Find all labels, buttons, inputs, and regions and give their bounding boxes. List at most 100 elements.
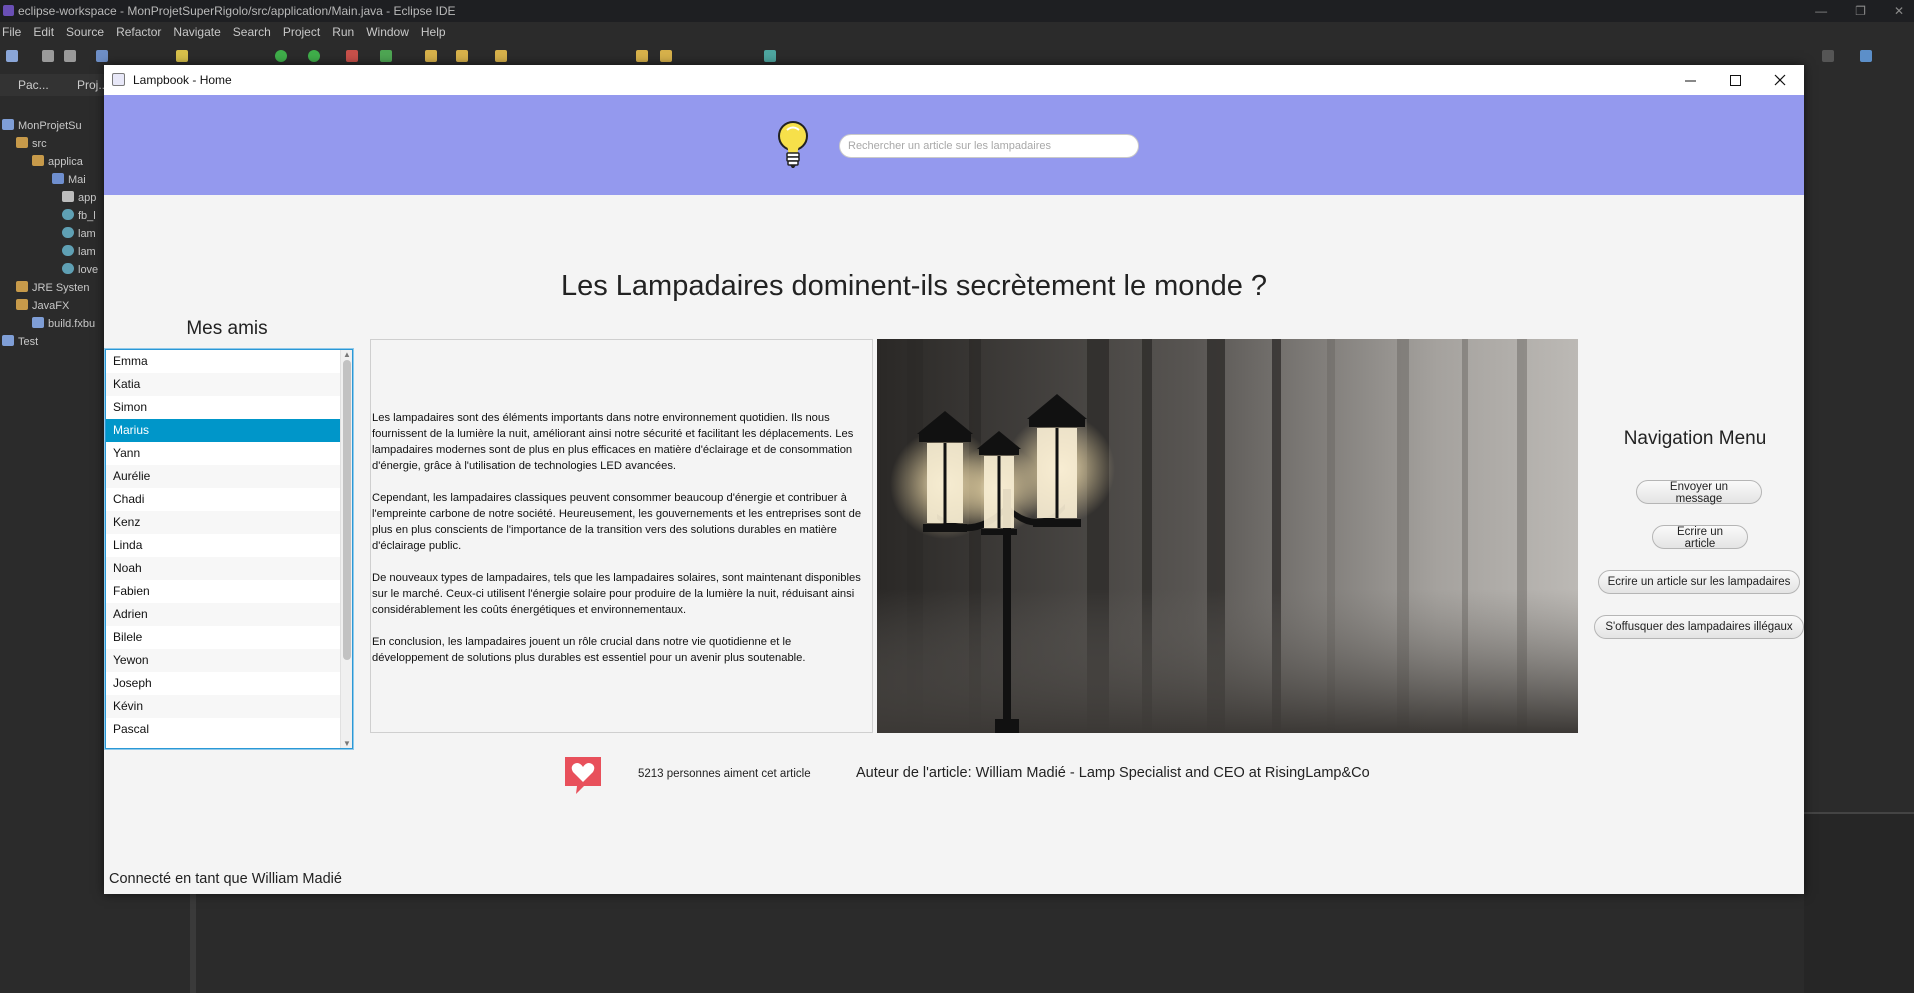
open-perspective-icon[interactable] — [1860, 50, 1872, 62]
friends-scrollbar[interactable]: ▲ ▼ — [340, 350, 352, 748]
tree-item-src[interactable]: src — [16, 136, 47, 152]
friend-item[interactable]: Noah — [106, 557, 340, 580]
eclipse-console-panel — [1804, 812, 1914, 993]
tree-item-lam1[interactable]: lam — [62, 226, 96, 242]
maximize-button[interactable] — [1715, 65, 1755, 95]
eclipse-menu-bar: File Edit Source Refactor Navigate Searc… — [0, 22, 1914, 42]
friend-item[interactable]: Fabien — [106, 580, 340, 603]
menu-refactor[interactable]: Refactor — [114, 22, 171, 42]
app-title-bar: Lampbook - Home — [104, 65, 1804, 95]
article-body: Les lampadaires sont des éléments import… — [370, 339, 873, 733]
library-icon — [16, 281, 28, 292]
friend-item[interactable]: Adrien — [106, 603, 340, 626]
write-article-button[interactable]: Ecrire un article — [1652, 525, 1748, 550]
article-paragraph: Cependant, les lampadaires classiques pe… — [372, 492, 862, 552]
image-file-icon — [62, 263, 74, 274]
article-paragraph: Les lampadaires sont des éléments import… — [372, 412, 854, 472]
menu-run[interactable]: Run — [330, 22, 364, 42]
scrollbar-thumb[interactable] — [343, 360, 351, 660]
friend-item[interactable]: Joseph — [106, 672, 340, 695]
tree-item-lam2[interactable]: lam — [62, 244, 96, 260]
close-button[interactable] — [1760, 65, 1800, 95]
friend-item[interactable]: Pascal — [106, 718, 340, 741]
perspective-icon[interactable] — [764, 50, 776, 62]
menu-navigate[interactable]: Navigate — [171, 22, 230, 42]
friend-item[interactable]: Katia — [106, 373, 340, 396]
build-file-icon — [32, 317, 44, 328]
file-icon — [62, 191, 74, 202]
external-tools-icon[interactable] — [346, 50, 358, 62]
close-icon[interactable]: ✕ — [1894, 0, 1904, 22]
tree-item-fb[interactable]: fb_l — [62, 208, 96, 224]
friend-item[interactable]: Chadi — [106, 488, 340, 511]
eclipse-splitter[interactable] — [190, 894, 196, 993]
tree-item-app[interactable]: app — [62, 190, 96, 206]
java-file-icon — [52, 173, 64, 184]
debug-icon[interactable] — [275, 50, 287, 62]
like-heart-icon[interactable] — [562, 754, 604, 796]
toggle-mark-icon[interactable] — [176, 50, 188, 62]
friend-item[interactable]: Linda — [106, 534, 340, 557]
eclipse-window-title: eclipse-workspace - MonProjetSuperRigolo… — [18, 4, 456, 18]
image-file-icon — [62, 209, 74, 220]
menu-file[interactable]: File — [0, 22, 31, 42]
minimize-button[interactable] — [1670, 65, 1710, 95]
tree-item-build[interactable]: build.fxbu — [32, 316, 95, 332]
menu-source[interactable]: Source — [64, 22, 114, 42]
report-illegal-lamps-button[interactable]: S'offusquer des lampadaires illégaux — [1594, 615, 1804, 639]
friends-title: Mes amis — [186, 318, 268, 339]
tree-item-javafx[interactable]: JavaFX — [16, 298, 69, 314]
friend-item[interactable]: Yewon — [106, 649, 340, 672]
friend-item[interactable]: Yann — [106, 442, 340, 465]
new-package-icon[interactable] — [425, 50, 437, 62]
friend-item[interactable]: Bilele — [106, 626, 340, 649]
new-file-icon[interactable] — [6, 50, 18, 62]
save-all-icon[interactable] — [64, 50, 76, 62]
tree-item-love[interactable]: love — [62, 262, 98, 278]
run-icon[interactable] — [308, 50, 320, 62]
friend-item[interactable]: Aurélie — [106, 465, 340, 488]
article-paragraph: En conclusion, les lampadaires jouent un… — [372, 636, 806, 664]
maximize-icon — [1729, 74, 1741, 86]
scroll-down-icon[interactable]: ▼ — [343, 739, 351, 748]
scroll-up-icon[interactable]: ▲ — [343, 350, 351, 359]
save-icon[interactable] — [42, 50, 54, 62]
eclipse-icon — [3, 5, 14, 16]
project-icon — [2, 119, 14, 130]
open-type-icon[interactable] — [456, 50, 468, 62]
article-paragraph: De nouveaux types de lampadaires, tels q… — [372, 572, 861, 616]
friend-item[interactable]: Kévin — [106, 695, 340, 718]
menu-edit[interactable]: Edit — [31, 22, 64, 42]
tree-item-jre[interactable]: JRE Systen — [16, 280, 89, 296]
friends-list[interactable]: Emma Katia Simon Marius Yann Aurélie Cha… — [105, 349, 353, 749]
new-java-project-icon[interactable] — [380, 50, 392, 62]
tab-package-explorer[interactable]: Pac... — [18, 74, 49, 96]
eclipse-title-bar: eclipse-workspace - MonProjetSuperRigolo… — [0, 0, 1914, 22]
skip-breakpoints-icon[interactable] — [96, 50, 108, 62]
friend-item[interactable]: Simon — [106, 396, 340, 419]
menu-search[interactable]: Search — [231, 22, 281, 42]
write-lamp-article-button[interactable]: Ecrire un article sur les lampadaires — [1598, 570, 1800, 594]
search-toolbar-icon[interactable] — [495, 50, 507, 62]
menu-help[interactable]: Help — [419, 22, 456, 42]
send-message-button[interactable]: Envoyer un message — [1636, 480, 1762, 505]
forward-icon[interactable] — [660, 50, 672, 62]
menu-project[interactable]: Project — [281, 22, 330, 42]
package-explorer-tabs: Pac... Proj... — [0, 74, 108, 96]
image-file-icon — [62, 227, 74, 238]
back-icon[interactable] — [636, 50, 648, 62]
tree-item-main[interactable]: Mai — [52, 172, 86, 188]
restore-icon[interactable]: ❐ — [1855, 0, 1866, 22]
eclipse-search-icon[interactable] — [1822, 50, 1834, 62]
search-input[interactable] — [839, 134, 1139, 158]
tree-item-project[interactable]: MonProjetSu — [2, 118, 82, 134]
tree-item-test[interactable]: Test — [2, 334, 38, 350]
friend-item[interactable]: Emma — [106, 350, 340, 373]
tree-item-application[interactable]: applica — [32, 154, 83, 170]
menu-window[interactable]: Window — [364, 22, 419, 42]
minimize-icon[interactable]: — — [1815, 0, 1827, 22]
app-header — [104, 95, 1804, 195]
article-author: Auteur de l'article: William Madié - Lam… — [856, 765, 1370, 781]
friend-item[interactable]: Kenz — [106, 511, 340, 534]
friend-item-selected[interactable]: Marius — [106, 419, 340, 442]
